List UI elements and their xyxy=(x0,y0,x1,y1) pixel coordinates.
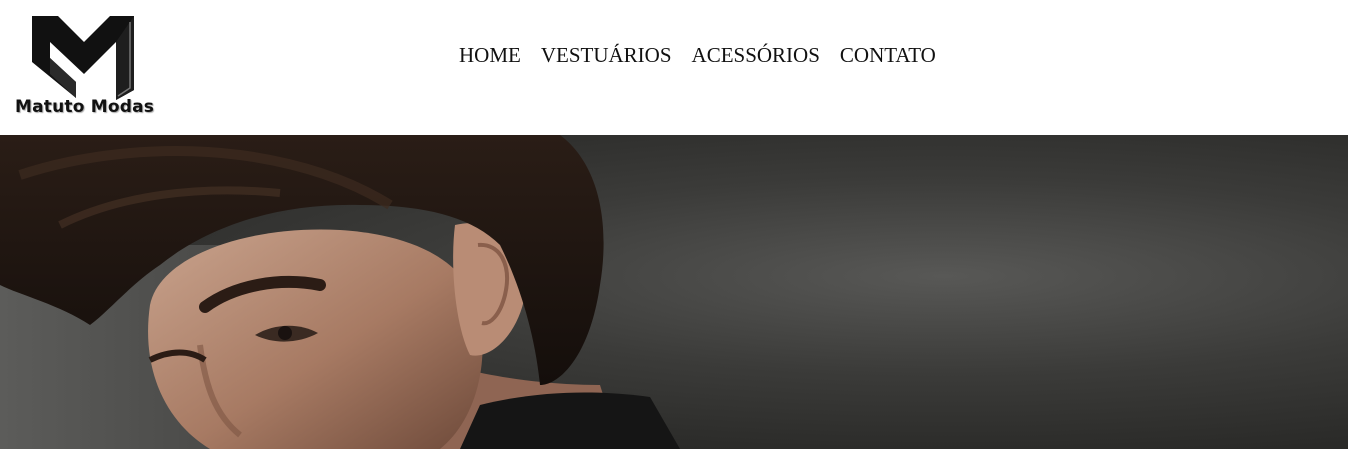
nav-contato[interactable]: CONTATO xyxy=(840,43,936,68)
brand-logo[interactable]: Matuto Modas xyxy=(14,12,159,122)
site-header: Matuto Modas HOME VESTUÁRIOS ACESSÓRIOS … xyxy=(0,0,1348,135)
hero-banner xyxy=(0,135,1348,449)
hero-model-image xyxy=(0,135,680,449)
nav-vestuarios[interactable]: VESTUÁRIOS xyxy=(541,43,672,68)
nav-acessorios[interactable]: ACESSÓRIOS xyxy=(692,43,820,68)
brand-name: Matuto Modas xyxy=(15,97,155,117)
nav-home[interactable]: HOME xyxy=(459,43,521,68)
em-monogram-logo-icon xyxy=(32,16,134,100)
main-nav: HOME VESTUÁRIOS ACESSÓRIOS CONTATO xyxy=(459,43,936,68)
